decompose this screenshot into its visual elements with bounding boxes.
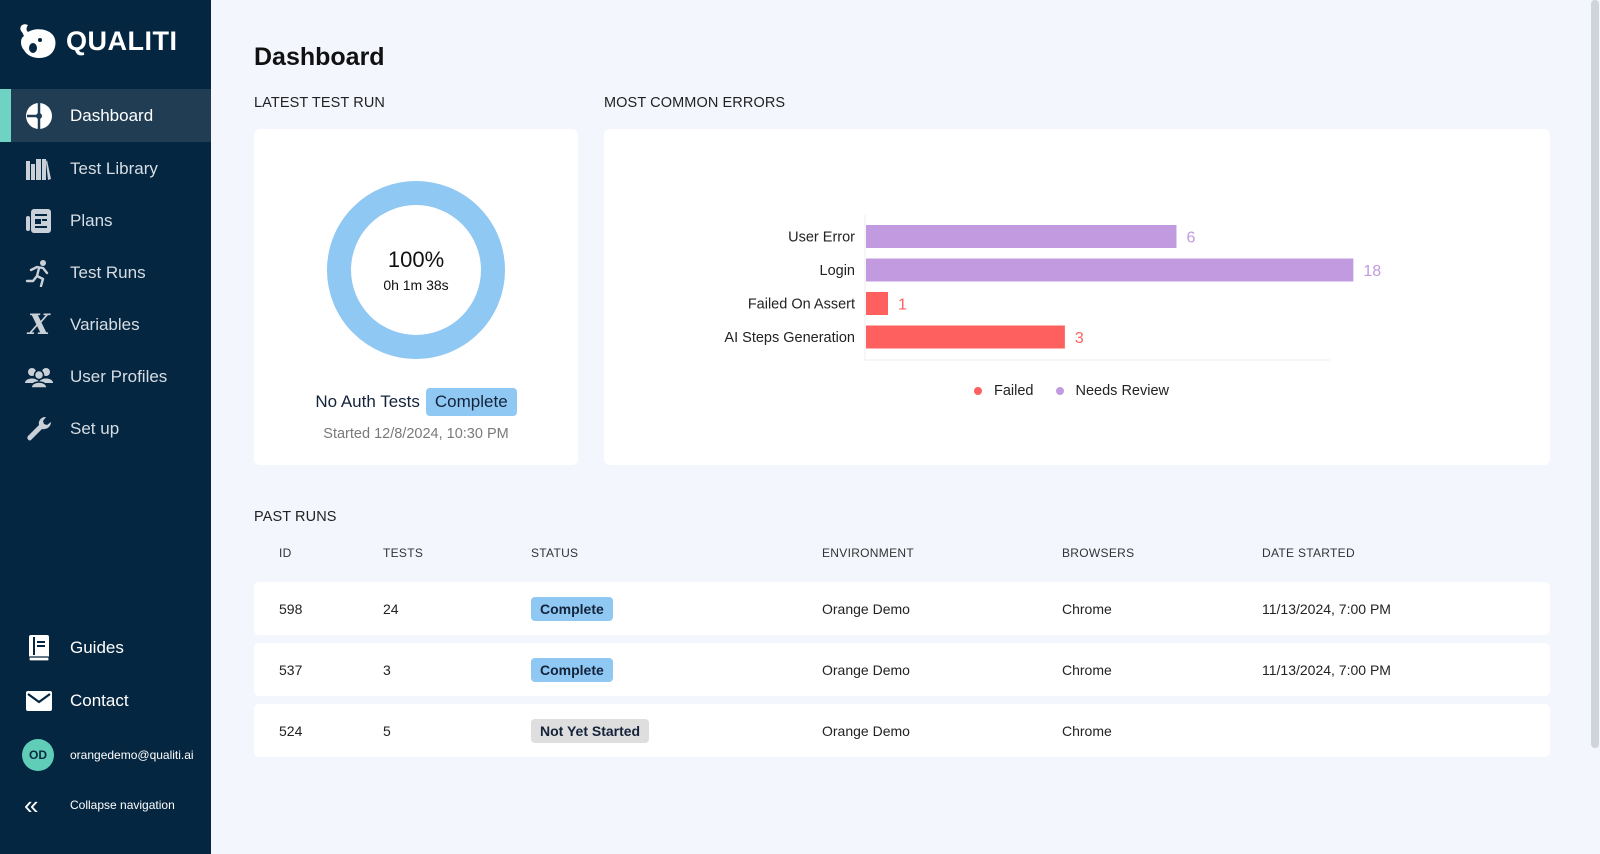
user-email: orangedemo@qualiti.ai	[70, 748, 194, 762]
sidebar-item-test-library[interactable]: Test Library	[0, 142, 211, 195]
page-scrollbar[interactable]	[1591, 0, 1599, 748]
run-started-time: Started 12/8/2024, 10:30 PM	[323, 426, 509, 442]
cell-environment: Orange Demo	[822, 661, 910, 678]
sidebar-item-label: Variables	[70, 314, 140, 334]
cell-environment: Orange Demo	[822, 600, 910, 617]
latest-test-run-heading: LATEST TEST RUN	[254, 95, 385, 111]
table-row[interactable]: 598 24 Complete Orange Demo Chrome 11/13…	[254, 582, 1550, 635]
legend-item-needs-review[interactable]: Needs Review	[1055, 383, 1170, 399]
cell-date-started: 11/13/2024, 7:00 PM	[1262, 661, 1391, 678]
status-badge: Complete	[531, 596, 613, 621]
collapse-navigation-label: Collapse navigation	[70, 798, 175, 812]
legend-label: Failed	[994, 383, 1034, 399]
column-header-browsers[interactable]: BROWSERS	[1062, 546, 1134, 560]
cell-environment: Orange Demo	[822, 722, 910, 739]
app-name: QUALITI	[66, 25, 178, 56]
category-label: Login	[820, 263, 855, 279]
column-header-id[interactable]: ID	[279, 546, 292, 560]
category-label: AI Steps Generation	[724, 330, 855, 346]
legend-label: Needs Review	[1075, 383, 1170, 399]
category-label: Failed On Assert	[748, 297, 855, 313]
sidebar-item-guides[interactable]: Guides	[0, 621, 211, 674]
double-chevron-left-icon: «	[24, 790, 39, 820]
bar-value-label: 6	[1186, 230, 1195, 247]
bar-value-label: 3	[1075, 330, 1084, 347]
cell-tests: 24	[383, 600, 399, 617]
status-badge: Not Yet Started	[531, 718, 650, 743]
run-duration: 0h 1m 38s	[383, 277, 449, 293]
collapse-navigation-button[interactable]: « Collapse navigation	[0, 790, 211, 820]
table-row[interactable]: 524 5 Not Yet Started Orange Demo Chrome	[254, 704, 1550, 757]
cell-browsers: Chrome	[1062, 661, 1112, 678]
users-group-icon	[24, 362, 54, 392]
koala-logo-icon	[20, 24, 56, 58]
bar-user-error[interactable]	[866, 225, 1177, 248]
sidebar-item-set-up[interactable]: Set up	[0, 402, 211, 455]
dashboard-pie-icon	[24, 101, 54, 131]
qualiti-logo[interactable]: QUALITI	[16, 22, 178, 60]
cell-id: 524	[279, 722, 303, 739]
latest-test-run-card[interactable]: 100% 0h 1m 38s No Auth Tests Complete St…	[254, 129, 578, 465]
avatar: OD	[22, 739, 54, 771]
sidebar-item-label: Set up	[70, 418, 120, 438]
plans-newspaper-icon	[24, 206, 54, 236]
most-common-errors-heading: MOST COMMON ERRORS	[604, 95, 786, 111]
sidebar: QUALITI Dashboard Test Library Plans Tes…	[0, 0, 211, 854]
bar-ai-steps-generation[interactable]	[866, 325, 1065, 349]
sidebar-item-label: Plans	[70, 210, 113, 230]
sidebar-item-dashboard[interactable]: Dashboard	[0, 89, 211, 142]
progress-donut: 100% 0h 1m 38s	[327, 181, 505, 359]
column-header-environment[interactable]: ENVIRONMENT	[822, 546, 914, 560]
sidebar-item-label: User Profiles	[70, 366, 168, 386]
status-badge: Complete	[425, 388, 517, 416]
cell-browsers: Chrome	[1062, 600, 1112, 617]
status-badge: Complete	[531, 657, 613, 682]
column-header-tests[interactable]: TESTS	[383, 546, 423, 560]
latest-run-name[interactable]: No Auth Tests	[315, 392, 420, 412]
chart-legend: Failed Needs Review	[974, 383, 1169, 399]
bar-login[interactable]	[866, 258, 1354, 282]
bar-failed-on-assert[interactable]	[866, 292, 888, 315]
column-header-status[interactable]: STATUS	[531, 546, 578, 560]
wrench-icon	[24, 414, 54, 444]
column-header-date-started[interactable]: DATE STARTED	[1262, 546, 1355, 560]
sidebar-item-label: Test Runs	[70, 262, 146, 282]
variable-x-icon: X	[28, 308, 50, 341]
category-label: User Error	[788, 230, 855, 246]
running-person-icon	[24, 258, 54, 288]
sidebar-item-label: Dashboard	[70, 105, 154, 125]
user-account[interactable]: OD orangedemo@qualiti.ai	[0, 735, 211, 775]
legend-dot	[1055, 387, 1064, 395]
cell-tests: 5	[383, 722, 391, 739]
sidebar-item-test-runs[interactable]: Test Runs	[0, 246, 211, 299]
legend-dot	[974, 387, 982, 395]
sidebar-item-label: Test Library	[70, 158, 158, 178]
page-title: Dashboard	[254, 43, 385, 71]
errors-bar-chart: User Error 6 Login 18 Failed On Assert 1 AI St…	[724, 215, 1381, 361]
sidebar-item-label: Guides	[70, 637, 124, 657]
sidebar-item-user-profiles[interactable]: User Profiles	[0, 350, 211, 403]
sidebar-item-label: Contact	[70, 690, 129, 710]
bar-value-label: 18	[1363, 263, 1381, 280]
envelope-icon	[24, 686, 54, 716]
bar-value-label: 1	[898, 297, 907, 314]
most-common-errors-card: User Error 6 Login 18 Failed On Assert 1 AI St…	[604, 129, 1550, 465]
progress-percent: 100%	[387, 247, 445, 272]
cell-tests: 3	[383, 661, 391, 678]
past-runs-heading: PAST RUNS	[254, 509, 337, 525]
legend-item-failed[interactable]: Failed	[974, 383, 1034, 399]
cell-id: 537	[279, 661, 303, 678]
cell-id: 598	[279, 600, 303, 617]
cell-date-started: 11/13/2024, 7:00 PM	[1262, 600, 1391, 617]
library-books-icon	[24, 154, 54, 184]
sidebar-item-variables[interactable]: X Variables	[0, 298, 211, 351]
table-row[interactable]: 537 3 Complete Orange Demo Chrome 11/13/…	[254, 643, 1550, 696]
cell-browsers: Chrome	[1062, 722, 1112, 739]
sidebar-item-contact[interactable]: Contact	[0, 674, 211, 727]
guide-book-icon	[24, 633, 54, 663]
sidebar-item-plans[interactable]: Plans	[0, 194, 211, 247]
